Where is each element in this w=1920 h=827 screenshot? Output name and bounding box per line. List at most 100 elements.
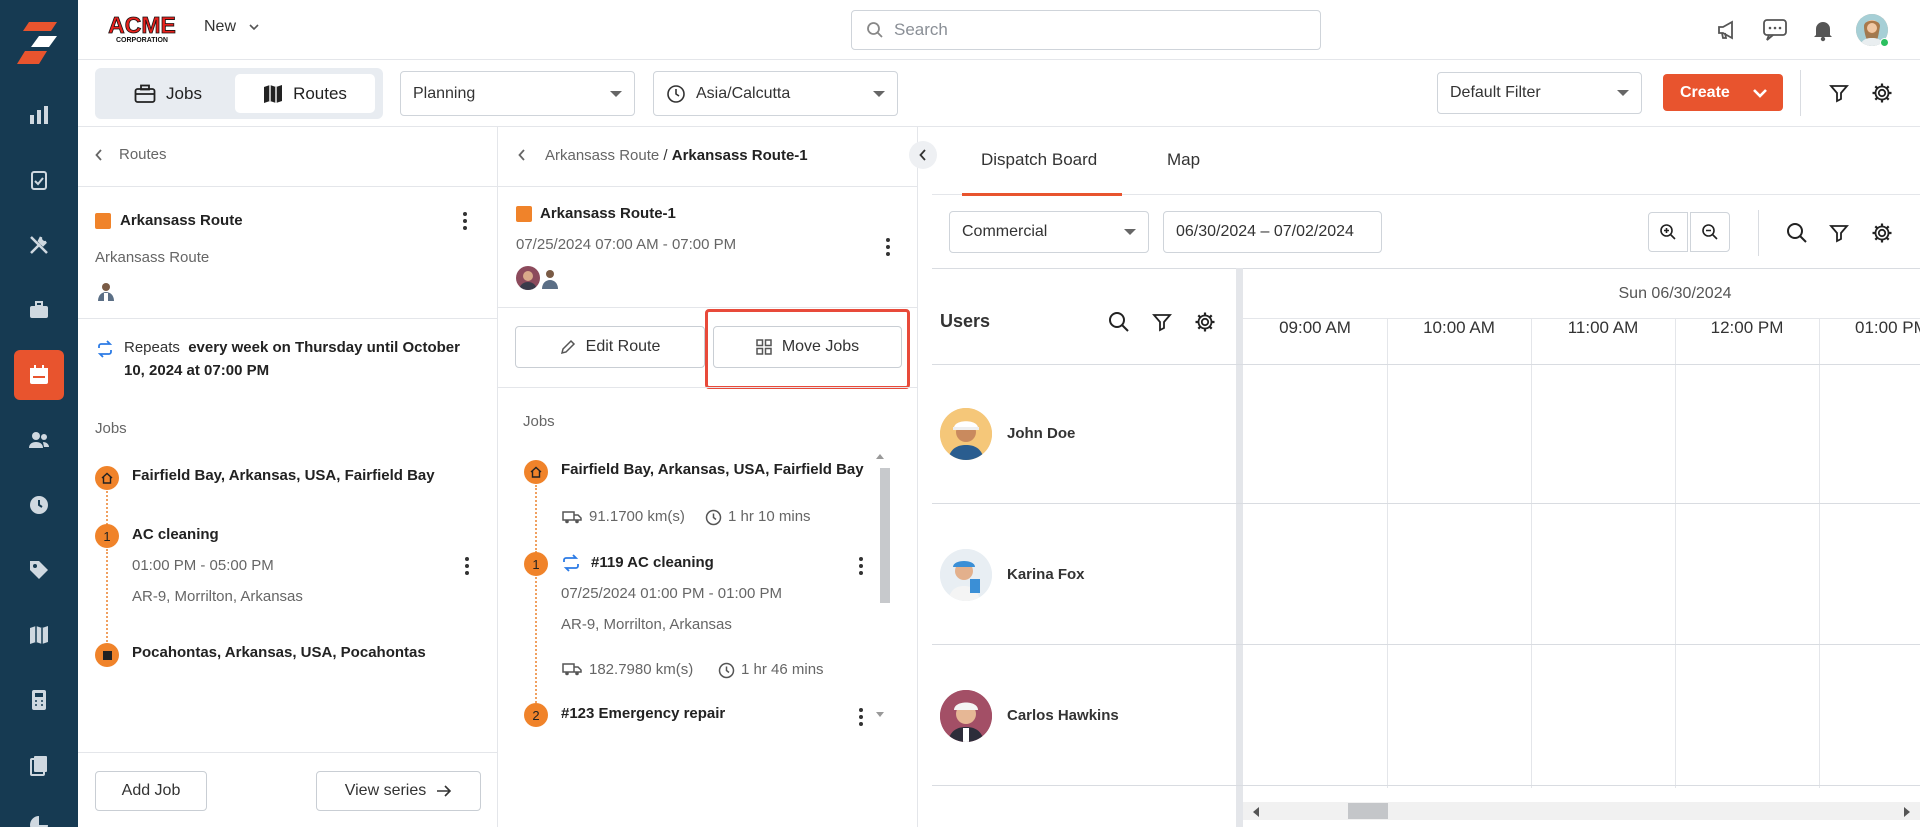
scroll-left-arrow[interactable] [1253, 807, 1259, 817]
route-color-swatch [516, 206, 532, 222]
jobs-toggle-button[interactable]: Jobs [103, 74, 233, 113]
users-search-icon[interactable] [1104, 307, 1134, 337]
job-1-datetime: 07/25/2024 01:00 PM - 01:00 PM [561, 585, 782, 602]
users-settings-icon[interactable] [1190, 307, 1220, 337]
pie-chart-icon[interactable] [14, 800, 64, 827]
tools-icon[interactable] [14, 220, 64, 270]
stop-more-icon[interactable] [464, 557, 470, 575]
stop-start-title: Fairfield Bay, Arkansas, USA, Fairfield … [132, 467, 435, 484]
filter-select[interactable]: Default Filter [1437, 72, 1642, 114]
map-icon[interactable] [14, 610, 64, 660]
stop-end-title: Pocahontas, Arkansas, USA, Pocahontas [132, 644, 426, 661]
filter-icon[interactable] [1824, 78, 1854, 108]
edit-route-button[interactable]: Edit Route [515, 326, 705, 368]
jobs-toggle-label: Jobs [166, 83, 202, 103]
zoom-in-button[interactable] [1648, 212, 1688, 252]
chevron-left-icon [95, 148, 102, 161]
checklist-icon[interactable] [14, 155, 64, 205]
time-slot-header: 12:00 PM [1710, 318, 1784, 337]
user-avatar[interactable] [940, 549, 992, 601]
jobs-scrollbar-thumb[interactable] [880, 468, 890, 603]
route-color-swatch [95, 213, 111, 229]
add-job-button[interactable]: Add Job [95, 771, 207, 811]
board-search-icon[interactable] [1782, 218, 1812, 248]
tab-map[interactable]: Map [1167, 150, 1200, 170]
user-name[interactable]: John Doe [1007, 425, 1075, 442]
active-tab-indicator [962, 193, 1122, 196]
route-instance-more-icon[interactable] [885, 238, 891, 256]
toolbar-divider [1800, 70, 1801, 116]
reports-icon[interactable] [14, 90, 64, 140]
briefcase-icon[interactable] [14, 285, 64, 335]
view-series-button[interactable]: View series [316, 771, 481, 811]
breadcrumb-parent[interactable]: Arkansass Route [545, 147, 659, 164]
horizontal-scrollbar[interactable] [1243, 802, 1920, 820]
scroll-right-arrow[interactable] [1904, 807, 1910, 817]
clock-icon [667, 84, 685, 103]
job-2-title[interactable]: #123 Emergency repair [561, 705, 725, 722]
pencil-icon [560, 339, 575, 355]
route-more-icon[interactable] [462, 212, 468, 230]
user-avatar[interactable] [940, 408, 992, 460]
divider [78, 318, 498, 319]
documents-icon[interactable] [14, 740, 64, 790]
user-avatar[interactable] [940, 690, 992, 742]
clock-icon [718, 662, 735, 679]
users-icon[interactable] [14, 415, 64, 465]
search-icon [867, 22, 883, 38]
technician-avatar-icon [95, 280, 117, 302]
route-name: Arkansass Route [120, 212, 243, 229]
horizontal-scroll-thumb[interactable] [1348, 803, 1388, 819]
tag-icon[interactable] [14, 545, 64, 595]
search-input[interactable] [894, 20, 1294, 40]
jobs-heading: Jobs [95, 420, 127, 437]
category-select[interactable]: Commercial [949, 211, 1149, 253]
settings-icon[interactable] [1867, 78, 1897, 108]
start-home-marker [95, 466, 119, 490]
job-more-icon[interactable] [858, 557, 864, 575]
user-name[interactable]: Carlos Hawkins [1007, 707, 1119, 724]
megaphone-icon[interactable] [1712, 15, 1742, 45]
stop-1-time: 01:00 PM - 05:00 PM [132, 557, 274, 574]
briefcase-icon [134, 84, 156, 103]
chevron-left-icon[interactable] [518, 148, 526, 162]
job-more-icon[interactable] [858, 708, 864, 726]
clock-icon[interactable] [14, 480, 64, 530]
routes-toggle-button[interactable]: Routes [235, 74, 375, 113]
left-nav-rail [0, 0, 78, 827]
route-connector [106, 491, 108, 525]
calculator-icon[interactable] [14, 675, 64, 725]
app-logo-icon[interactable] [17, 20, 61, 66]
caret-down-icon [1124, 229, 1136, 235]
truck-icon [562, 661, 582, 677]
new-dropdown[interactable]: New [204, 18, 260, 36]
acme-logo[interactable]: ACME CORPORATION [105, 12, 180, 44]
date-range-field[interactable]: 06/30/2024 – 07/02/2024 [1163, 211, 1382, 253]
board-settings-icon[interactable] [1867, 218, 1897, 248]
routes-back-link[interactable]: Routes [95, 146, 167, 163]
create-button[interactable]: Create [1663, 74, 1783, 111]
scroll-down-arrow[interactable] [876, 712, 884, 717]
toolbar-divider [1758, 210, 1759, 256]
zoom-out-button[interactable] [1690, 212, 1730, 252]
job-1-title[interactable]: #119 AC cleaning [591, 554, 714, 571]
board-filter-icon[interactable] [1824, 218, 1854, 248]
global-search[interactable] [851, 10, 1321, 50]
scroll-up-arrow[interactable] [876, 454, 884, 459]
move-jobs-button[interactable]: Move Jobs [713, 326, 902, 368]
users-filter-icon[interactable] [1147, 307, 1177, 337]
grid-column-line [1819, 318, 1820, 788]
tab-dispatch-board[interactable]: Dispatch Board [981, 150, 1097, 170]
bell-icon[interactable] [1808, 15, 1838, 45]
route-description: Arkansass Route [95, 249, 210, 266]
leg-2-distance: 182.7980 km(s) [589, 661, 694, 678]
timezone-select[interactable]: Asia/Calcutta [653, 71, 898, 116]
chat-icon[interactable] [1760, 15, 1790, 45]
planning-select[interactable]: Planning [400, 71, 635, 116]
divider [498, 307, 918, 308]
grid-row-line [932, 785, 1920, 786]
calendar-icon[interactable] [14, 350, 64, 400]
repeat-icon [96, 340, 114, 358]
job-number-marker: 1 [524, 552, 548, 576]
user-name[interactable]: Karina Fox [1007, 566, 1085, 583]
